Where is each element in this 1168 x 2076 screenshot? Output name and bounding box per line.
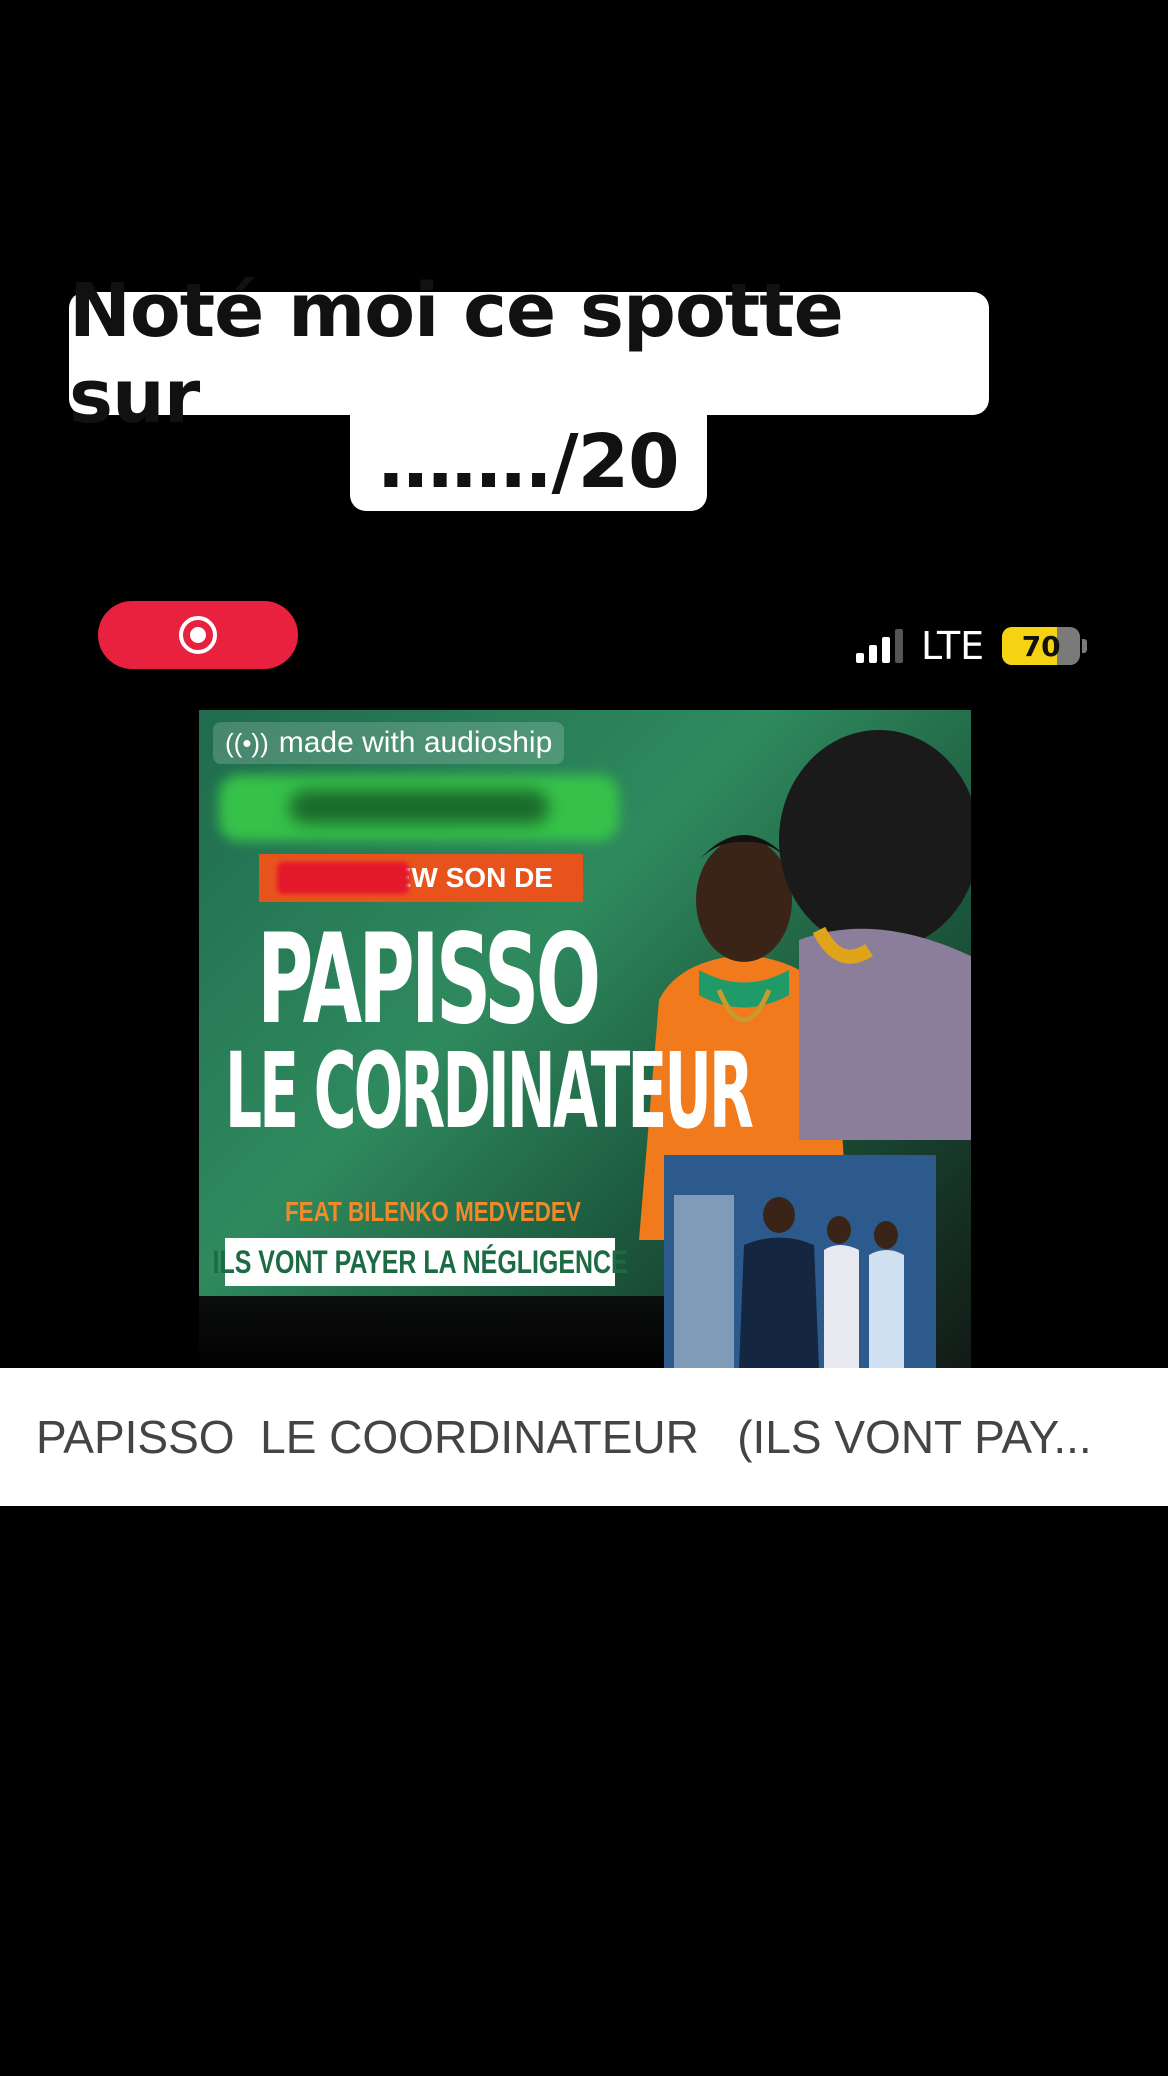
record-button[interactable] bbox=[98, 601, 298, 669]
cover-art: ((•)) made with audioship NEW SON DE PAP… bbox=[199, 710, 971, 1368]
track-title: PAPISSO LE COORDINATEUR (ILS VONT PAY... bbox=[36, 1411, 1092, 1463]
second-figure bbox=[779, 730, 971, 1140]
tag-banner: NEW SON DE bbox=[259, 854, 583, 902]
caption-line-1: Noté moi ce spotte sur bbox=[69, 268, 989, 440]
battery-percent: 70 bbox=[1021, 629, 1061, 663]
status-bar: LTE 70 bbox=[856, 624, 1088, 668]
broadcast-icon: ((•)) bbox=[225, 727, 269, 758]
track-title-bar[interactable]: PAPISSO LE COORDINATEUR (ILS VONT PAY... bbox=[0, 1368, 1168, 1506]
cover-title-line-2: LE CORDINATEUR bbox=[225, 1030, 754, 1152]
watermark: ((•)) made with audioship bbox=[213, 722, 565, 764]
record-icon bbox=[179, 616, 217, 654]
watermark-text: made with audioship bbox=[278, 726, 553, 759]
network-type: LTE bbox=[921, 624, 985, 668]
caption-line-2: ……./20 bbox=[350, 413, 707, 511]
inset-photo bbox=[664, 1155, 936, 1368]
battery-icon: 70 bbox=[1002, 627, 1081, 665]
cover-slogan: ILS VONT PAYER LA NÉGLIGENCE bbox=[212, 1238, 628, 1286]
cover-feat: FEAT BILENKO MEDVEDEV bbox=[285, 1196, 581, 1227]
signal-bars-icon bbox=[856, 629, 903, 663]
